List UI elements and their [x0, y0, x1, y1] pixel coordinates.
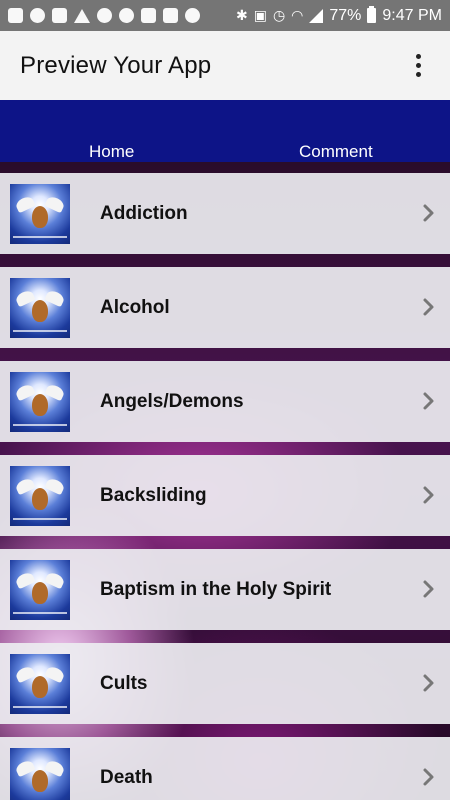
dove-thumbnail [10, 184, 70, 244]
clock: 9:47 PM [382, 6, 442, 24]
chevron-right-icon [423, 580, 434, 598]
compass-icon [30, 8, 45, 23]
list-item-label: Angels/Demons [100, 390, 244, 412]
chevron-right-icon [423, 674, 434, 692]
dove-thumbnail [10, 466, 70, 526]
image-icon [163, 8, 178, 23]
list-item-label: Backsliding [100, 484, 207, 506]
battery-percent: 77% [329, 6, 362, 24]
sync-icon [97, 8, 112, 23]
list-item-alcohol[interactable]: Alcohol [0, 267, 450, 348]
more-vert-icon[interactable] [406, 51, 430, 81]
wifi-icon: ◠ [291, 7, 304, 23]
status-bar: ✱ ▣ ◷ ◠ 77% 9:47 PM [0, 0, 450, 31]
bluetooth-icon: ✱ [235, 7, 248, 23]
notification-icon [8, 8, 23, 23]
list-item-baptism-holy-spirit[interactable]: Baptism in the Holy Spirit [0, 549, 450, 630]
signal-icon [309, 8, 324, 23]
list-item-death[interactable]: Death [0, 737, 450, 800]
dove-thumbnail [10, 560, 70, 620]
chevron-right-icon [423, 204, 434, 222]
sms-icon [141, 8, 156, 23]
list-item-label: Alcohol [100, 296, 170, 318]
chevron-right-icon [423, 392, 434, 410]
dove-thumbnail [10, 372, 70, 432]
wifi-call-icon [119, 8, 134, 23]
dove-thumbnail [10, 654, 70, 714]
nfc-icon: ▣ [253, 7, 267, 23]
status-right: ✱ ▣ ◷ ◠ 77% 9:47 PM [235, 6, 442, 25]
dove-thumbnail [10, 748, 70, 800]
tab-comment[interactable]: Comment [299, 142, 373, 162]
list-item-label: Cults [100, 672, 148, 694]
list-item-angels-demons[interactable]: Angels/Demons [0, 361, 450, 442]
drive-icon [74, 8, 90, 23]
app-bar: Preview Your App [0, 31, 450, 100]
tab-home[interactable]: Home [89, 142, 134, 162]
notification-icons [8, 8, 200, 23]
list-item-label: Baptism in the Holy Spirit [100, 578, 332, 600]
dove-thumbnail [10, 278, 70, 338]
list-item-label: Death [100, 766, 153, 788]
add-circle-icon [185, 8, 200, 23]
alarm-icon: ◷ [272, 7, 286, 23]
list-item-cults[interactable]: Cults [0, 643, 450, 724]
list-item-backsliding[interactable]: Backsliding [0, 455, 450, 536]
nav-bar: Home Comment [0, 100, 450, 162]
chevron-right-icon [423, 768, 434, 786]
mail-icon [52, 8, 67, 23]
list-item-addiction[interactable]: Addiction [0, 173, 450, 254]
page-title: Preview Your App [20, 51, 212, 79]
battery-icon [367, 6, 377, 23]
chevron-right-icon [423, 298, 434, 316]
chevron-right-icon [423, 486, 434, 504]
list-item-label: Addiction [100, 202, 188, 224]
